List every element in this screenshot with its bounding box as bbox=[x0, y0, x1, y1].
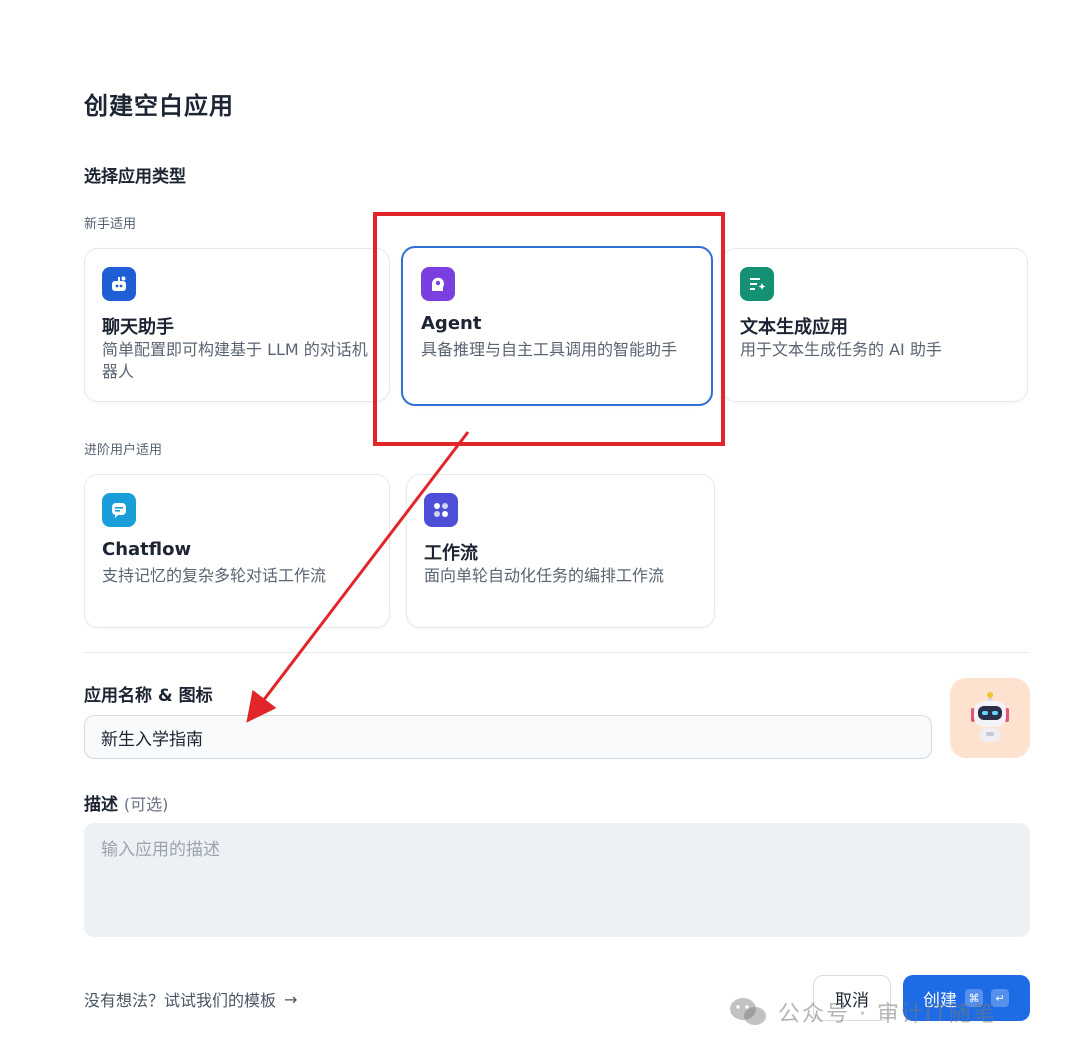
wechat-icon bbox=[730, 998, 766, 1025]
watermark: 公众号 · 审计IT随笔 bbox=[728, 996, 997, 1028]
watermark-text: 公众号 · 审计IT随笔 bbox=[778, 1002, 997, 1027]
annotation-arrow bbox=[246, 431, 470, 723]
